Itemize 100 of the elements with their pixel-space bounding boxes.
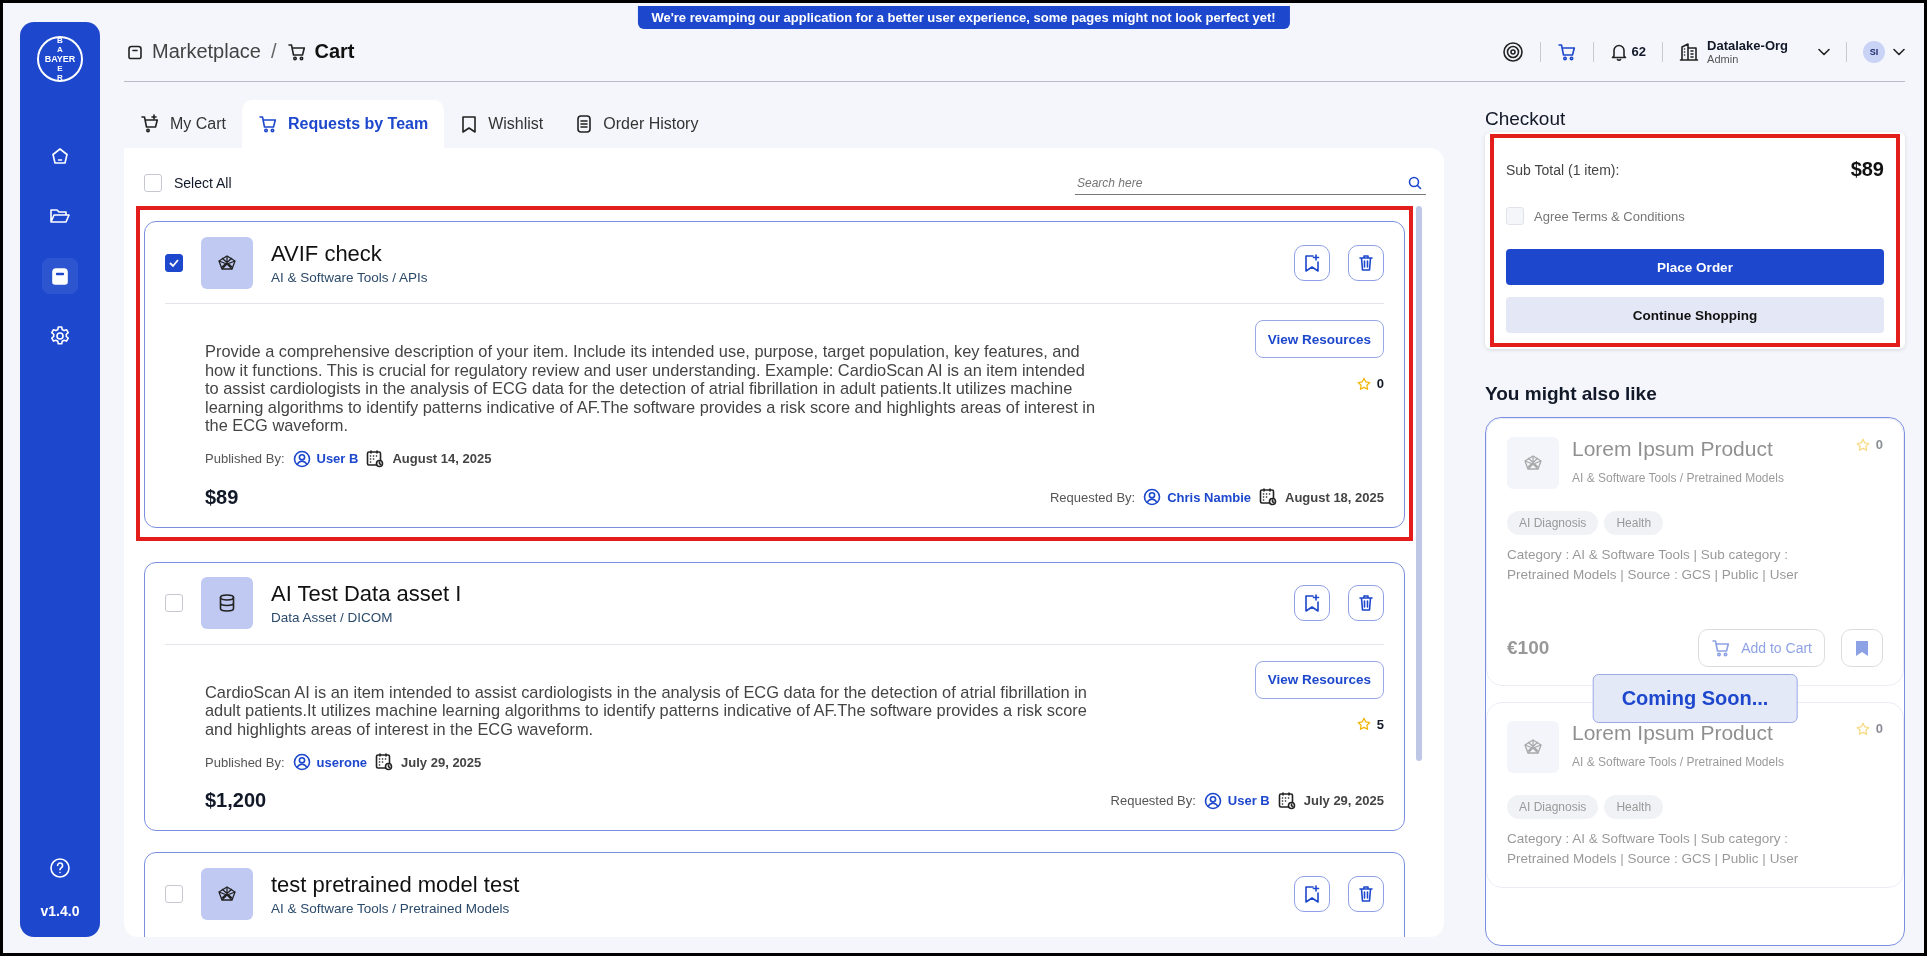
item-category: Data Asset / DICOM bbox=[271, 610, 394, 625]
item-category: AI & Software Tools / APIs bbox=[271, 269, 429, 285]
breadcrumb-link[interactable]: Cart bbox=[286, 40, 355, 63]
checkbox[interactable] bbox=[165, 253, 183, 272]
cart-icon bbox=[258, 114, 278, 134]
version-label: v1.4.0 bbox=[40, 903, 80, 919]
item-description: Provide a comprehensive description of your item. Include its intended use, purpose, target population, key features, and how it functions. This is crucial for regulatory review and user understanding. Example: CardioScan AI is an item intended to assist cardiologists in the analysis of ECG data for the detection of atrial fibrillation in adult patients.It utilizes machine learning algorithms to identify patterns indicative of AF.The software provides a risk score and highlights areas of interest in the ECG waveform. bbox=[205, 342, 1097, 435]
document-icon bbox=[575, 114, 594, 134]
continue-shopping-button[interactable]: Continue Shopping bbox=[1506, 297, 1884, 333]
delete-button[interactable] bbox=[1348, 244, 1384, 281]
user-icon bbox=[292, 449, 311, 468]
requested-label: Requested By: bbox=[1110, 793, 1196, 808]
trash-icon bbox=[1357, 884, 1375, 904]
view-resources-button[interactable]: View Resources bbox=[1254, 660, 1384, 699]
calendar-icon bbox=[366, 449, 385, 468]
star-icon bbox=[1356, 717, 1371, 731]
terms-label: Agree Terms & Conditions bbox=[1534, 208, 1685, 224]
star-icon bbox=[1855, 721, 1870, 736]
calendar-icon bbox=[1259, 488, 1277, 506]
scrollbar[interactable] bbox=[1416, 206, 1422, 761]
wishlist-button[interactable] bbox=[1294, 585, 1330, 621]
avatar[interactable]: SI bbox=[1863, 40, 1885, 63]
search-icon bbox=[1408, 176, 1422, 190]
settings-icon bbox=[49, 325, 71, 347]
tab[interactable]: Order History bbox=[559, 100, 715, 148]
wishlist-button[interactable] bbox=[1294, 244, 1330, 281]
tag: Health bbox=[1604, 795, 1664, 819]
rating-count: 5 bbox=[1376, 716, 1384, 732]
requester-link[interactable]: User B bbox=[1203, 791, 1270, 810]
requested-date: August 18, 2025 bbox=[1285, 489, 1384, 505]
bookmark-plus-icon bbox=[1303, 884, 1321, 904]
trash-icon bbox=[1357, 593, 1375, 613]
logo-text: ER bbox=[56, 64, 64, 82]
tag: Health bbox=[1604, 511, 1664, 535]
cart-icon[interactable] bbox=[1556, 41, 1577, 62]
user-icon bbox=[1203, 791, 1222, 810]
help-icon[interactable] bbox=[49, 857, 71, 879]
publisher-link[interactable]: User B bbox=[292, 449, 359, 468]
bookmark-icon bbox=[460, 114, 479, 134]
building-icon bbox=[1679, 41, 1700, 62]
requested-label: Requested By: bbox=[1049, 489, 1136, 505]
bookmark-plus-icon bbox=[1303, 593, 1321, 613]
select-all-label: Select All bbox=[174, 175, 232, 191]
item-price: $89 bbox=[205, 485, 239, 509]
tab[interactable]: Wishlist bbox=[444, 100, 560, 148]
subtotal-label: Sub Total (1 item): bbox=[1506, 161, 1620, 178]
trash-icon bbox=[1357, 252, 1375, 273]
product-description: Category : AI & Software Tools | Sub category : Pretrained Models | Source : GCS | Public | User bbox=[1507, 546, 1800, 584]
tag: AI Diagnosis bbox=[1507, 511, 1599, 535]
requester-link[interactable]: Chris Nambie bbox=[1143, 488, 1251, 506]
chevron-icon[interactable] bbox=[1893, 47, 1905, 56]
star-icon bbox=[1855, 437, 1870, 452]
product-title: Lorem Ipsum Product bbox=[1572, 721, 1774, 745]
nav-item[interactable] bbox=[42, 258, 78, 294]
item-category: AI & Software Tools / Pretrained Models bbox=[271, 901, 511, 916]
calendar-icon bbox=[375, 753, 394, 771]
publisher-link[interactable]: userone bbox=[292, 753, 368, 771]
rating-count: 0 bbox=[1875, 437, 1883, 452]
published-label: Published By: bbox=[205, 754, 285, 770]
product-category: AI & Software Tools / Pretrained Models bbox=[1572, 471, 1785, 485]
section-title: You might also like bbox=[1485, 383, 1658, 405]
item-title: AVIF check bbox=[271, 240, 383, 267]
subtotal-amount: $89 bbox=[1850, 158, 1884, 181]
coming-soon-badge: Coming Soon... bbox=[1592, 674, 1798, 723]
item-title: AI Test Data asset I bbox=[271, 581, 463, 607]
delete-button[interactable] bbox=[1348, 876, 1384, 912]
delete-button[interactable] bbox=[1348, 585, 1384, 621]
checkout-title: Checkout bbox=[1485, 108, 1567, 131]
published-label: Published By: bbox=[205, 451, 285, 466]
tab[interactable]: Requests by Team bbox=[242, 100, 445, 148]
product-description: Category : AI & Software Tools | Sub category : Pretrained Models | Source : GCS | Public | User bbox=[1507, 830, 1800, 868]
rating-count: 0 bbox=[1875, 721, 1883, 736]
cart-icon bbox=[286, 41, 307, 62]
wishlist-button[interactable] bbox=[1294, 876, 1330, 912]
item-price: $1,200 bbox=[205, 789, 267, 812]
published-date: August 14, 2025 bbox=[392, 451, 492, 466]
search-field[interactable]: Search here bbox=[1075, 171, 1426, 195]
tag: AI Diagnosis bbox=[1507, 795, 1599, 819]
logo-text: BA bbox=[56, 36, 64, 54]
user-icon bbox=[1143, 488, 1162, 506]
folder-icon bbox=[49, 206, 71, 226]
cart-icon bbox=[1711, 638, 1732, 658]
product-title: Lorem Ipsum Product bbox=[1572, 437, 1774, 461]
view-resources-button[interactable]: View Resources bbox=[1254, 320, 1384, 358]
bookmark-icon bbox=[1854, 639, 1870, 657]
breadcrumb-link[interactable]: Marketplace bbox=[126, 40, 261, 63]
logo-text: BAYER bbox=[44, 54, 76, 64]
chevron-icon[interactable] bbox=[1818, 47, 1830, 56]
target-icon[interactable] bbox=[1501, 40, 1524, 63]
item-title: test pretrained model test bbox=[271, 872, 521, 898]
cart-icon bbox=[140, 114, 160, 134]
user-icon bbox=[292, 753, 311, 771]
calendar-icon bbox=[1277, 791, 1296, 810]
breadcrumb-separator: / bbox=[270, 40, 277, 63]
bookmark-plus-icon bbox=[1303, 252, 1321, 273]
place-order-button[interactable]: Place Order bbox=[1506, 249, 1884, 285]
tab[interactable]: My Cart bbox=[124, 100, 242, 148]
org-name: Datalake-Org bbox=[1707, 38, 1788, 53]
notice-banner: We're revamping our application for a better user experience, some pages might not look perfect yet! bbox=[637, 6, 1290, 29]
bag-icon bbox=[49, 265, 71, 287]
